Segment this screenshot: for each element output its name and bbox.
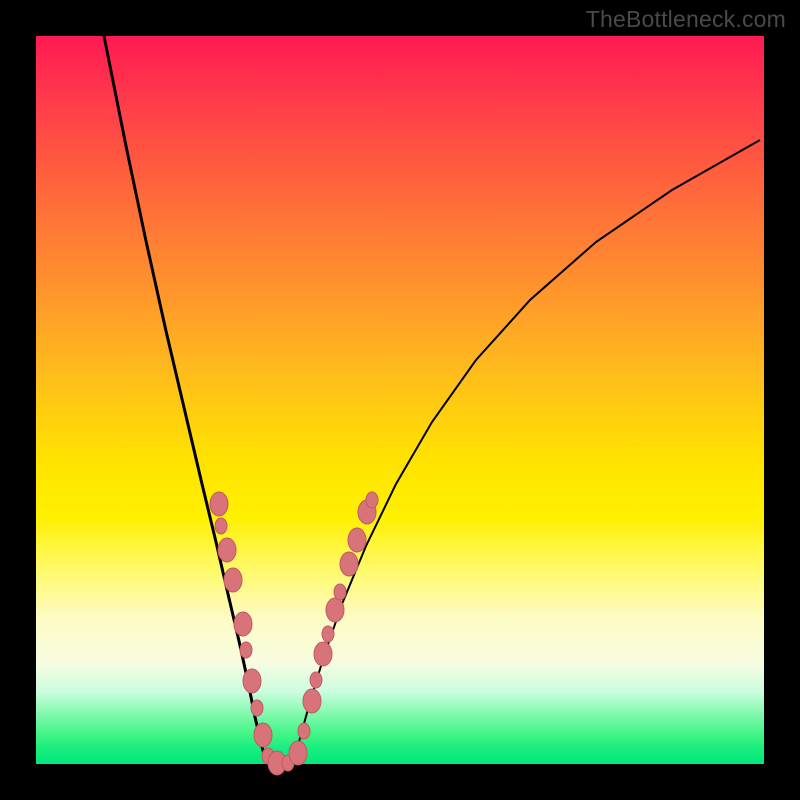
chart-container: TheBottleneck.com: [0, 0, 800, 800]
marker-point: [234, 612, 252, 636]
curves-group: [104, 36, 760, 762]
marker-point: [240, 642, 252, 658]
marker-point: [254, 723, 272, 747]
marker-point: [215, 518, 227, 534]
markers-group: [210, 492, 378, 775]
marker-point: [298, 723, 310, 739]
marker-point: [218, 538, 236, 562]
marker-point: [303, 689, 321, 713]
marker-point: [366, 492, 378, 508]
curve-right-branch: [294, 140, 760, 762]
marker-point: [251, 700, 263, 716]
marker-point: [340, 552, 358, 576]
marker-point: [348, 528, 366, 552]
marker-point: [322, 626, 334, 642]
marker-point: [289, 741, 307, 765]
marker-point: [314, 642, 332, 666]
marker-point: [334, 584, 346, 600]
marker-point: [224, 568, 242, 592]
marker-point: [243, 669, 261, 693]
curve-svg: [36, 36, 764, 764]
plot-area: [36, 36, 764, 764]
marker-point: [326, 598, 344, 622]
marker-point: [210, 492, 228, 516]
marker-point: [310, 672, 322, 688]
watermark-text: TheBottleneck.com: [586, 6, 786, 33]
